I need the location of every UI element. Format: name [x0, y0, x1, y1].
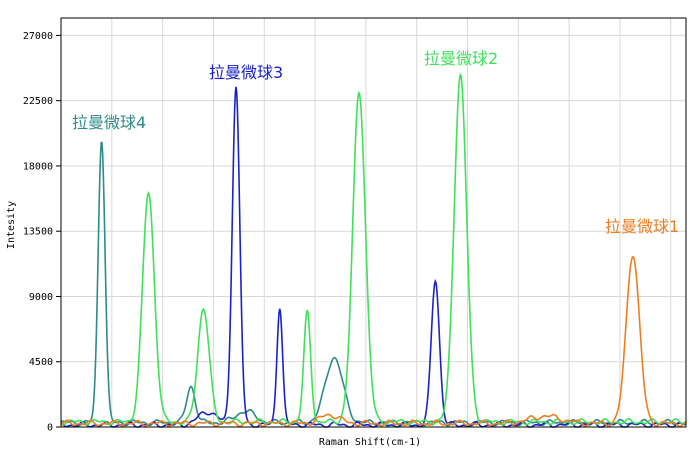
y-tick-label: 0: [47, 423, 53, 434]
y-tick-label: 22500: [23, 96, 53, 107]
chart-svg: 0 4500 9000 13500 18000 22500 27000 拉曼微球4 拉曼微球3…: [6, 17, 687, 448]
grid-layer: [61, 18, 686, 427]
y-tick-label: 18000: [23, 161, 53, 172]
plot-frame: [60, 17, 687, 428]
series-line-2: [60, 86, 687, 428]
series-name-label: 拉曼微球3: [209, 63, 283, 82]
y-axis-title: Intesity: [6, 201, 17, 249]
series-name-label: 拉曼微球2: [424, 49, 498, 68]
raman-spectrum-chart: 0 4500 9000 13500 18000 22500 27000 拉曼微球4 拉曼微球3…: [0, 0, 700, 456]
y-tick-label: 27000: [23, 31, 53, 42]
y-tick-label: 9000: [29, 292, 53, 303]
y-tick-label: 4500: [29, 357, 53, 368]
series-name-label: 拉曼微球4: [72, 113, 146, 132]
axis-layer: 0 4500 9000 13500 18000 22500 27000: [23, 17, 687, 434]
x-axis-title: Raman Shift(cm-1): [319, 437, 421, 448]
series-name-label: 拉曼微球1: [605, 217, 679, 236]
series-layer: [60, 72, 687, 428]
series-line-3: [60, 72, 687, 426]
y-tick-label: 13500: [23, 227, 53, 238]
